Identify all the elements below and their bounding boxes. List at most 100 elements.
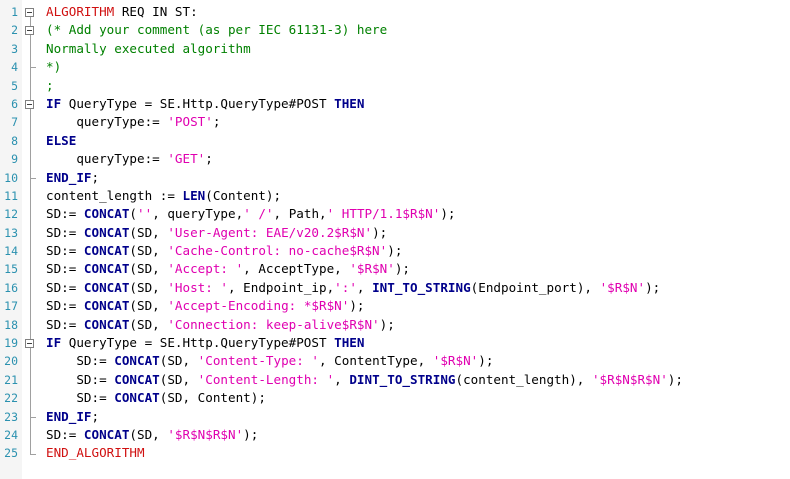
line-number: 4 xyxy=(11,60,18,75)
code-text[interactable]: SD:= CONCAT(SD, '$R$N$R$N'); xyxy=(46,426,258,444)
code-line[interactable]: 20 SD:= CONCAT(SD, 'Content-Type: ', Con… xyxy=(0,352,790,370)
code-line[interactable]: 3 Normally executed algorithm xyxy=(0,40,790,58)
code-line[interactable]: 21 SD:= CONCAT(SD, 'Content-Length: ', D… xyxy=(0,371,790,389)
keyword-token: CONCAT xyxy=(83,316,130,332)
code-token: queryType:= xyxy=(46,151,168,167)
code-text[interactable]: SD:= CONCAT(SD, 'Content-Length: ', DINT… xyxy=(46,371,683,389)
line-number: 24 xyxy=(4,427,18,442)
code-line[interactable]: 6 IF QueryType = SE.Http.QueryType#POST T… xyxy=(0,95,790,113)
line-number: 14 xyxy=(4,244,18,259)
code-text[interactable]: ; xyxy=(46,77,54,95)
code-text[interactable]: SD:= CONCAT(SD, 'User-Agent: EAE/v20.2$R… xyxy=(46,224,387,242)
comment-token: (* Add your comment (as per IEC 61131-3)… xyxy=(46,22,388,38)
fold-collapse-icon[interactable] xyxy=(25,338,34,348)
code-token: SD:= xyxy=(46,390,115,406)
code-line[interactable]: 14 SD:= CONCAT(SD, 'Cache-Control: no-cac… xyxy=(0,242,790,260)
line-number: 23 xyxy=(4,409,18,424)
code-text[interactable]: SD:= CONCAT(SD, 'Connection: keep-alive$… xyxy=(46,316,395,334)
line-number: 2 xyxy=(11,23,18,38)
code-token: ); xyxy=(349,298,365,314)
fold-end-marker xyxy=(30,177,36,179)
code-token: (Endpoint_port), xyxy=(470,279,600,295)
code-token: ; xyxy=(91,408,100,424)
code-line[interactable]: 5; xyxy=(0,77,790,95)
line-number: 21 xyxy=(4,372,18,387)
code-line[interactable]: 12 SD:= CONCAT('', queryType,' /', Path,'… xyxy=(0,205,790,223)
code-text[interactable]: (* Add your comment (as per IEC 61131-3)… xyxy=(46,21,387,39)
code-line[interactable]: 23 END_IF; xyxy=(0,408,790,426)
code-line[interactable]: 8 ELSE xyxy=(0,132,790,150)
keyword-token: CONCAT xyxy=(83,279,130,295)
code-token: SD:= xyxy=(46,279,84,295)
code-line[interactable]: 15 SD:= CONCAT(SD, 'Accept: ', AcceptType… xyxy=(0,260,790,278)
code-token: ; xyxy=(212,114,221,130)
line-number: 13 xyxy=(4,225,18,240)
string-token: 'Accept-Encoding: *$R$N' xyxy=(167,298,350,314)
fold-collapse-icon[interactable] xyxy=(25,7,34,17)
code-text[interactable]: IF QueryType = SE.Http.QueryType#POST TH… xyxy=(46,95,364,113)
code-text[interactable]: queryType:= 'POST'; xyxy=(46,113,220,131)
code-token: , queryType, xyxy=(152,206,244,222)
keyword-token: DINT_TO_STRING xyxy=(349,371,456,387)
code-token: QueryType = SE.Http.QueryType#POST xyxy=(61,335,335,351)
string-token: 'User-Agent: EAE/v20.2$R$N' xyxy=(167,224,373,240)
line-number: 9 xyxy=(11,152,18,167)
code-text[interactable]: SD:= CONCAT('', queryType,' /', Path,' H… xyxy=(46,205,456,223)
code-text[interactable]: END_IF; xyxy=(46,408,99,426)
code-editor[interactable]: 1 ALGORITHM REQ IN ST: 2 (* Add your commen… xyxy=(0,0,790,479)
code-text[interactable]: IF QueryType = SE.Http.QueryType#POST TH… xyxy=(46,334,364,352)
code-lines[interactable]: 1 ALGORITHM REQ IN ST: 2 (* Add your commen… xyxy=(0,3,790,463)
code-line[interactable]: 7 queryType:= 'POST'; xyxy=(0,113,790,131)
code-line[interactable]: 13 SD:= CONCAT(SD, 'User-Agent: EAE/v20.2… xyxy=(0,224,790,242)
code-text[interactable]: ELSE xyxy=(46,132,76,150)
code-text[interactable]: Normally executed algorithm xyxy=(46,40,251,58)
code-text[interactable]: SD:= CONCAT(SD, 'Accept: ', AcceptType, … xyxy=(46,260,410,278)
code-token: ); xyxy=(379,316,395,332)
keyword-token: CONCAT xyxy=(83,298,130,314)
code-token: SD:= xyxy=(46,371,115,387)
code-line[interactable]: 1 ALGORITHM REQ IN ST: xyxy=(0,3,790,21)
string-token: '$R$N$R$N' xyxy=(167,426,244,442)
code-token: SD:= xyxy=(46,426,84,442)
string-token: '$R$N' xyxy=(432,353,479,369)
code-line[interactable]: 17 SD:= CONCAT(SD, 'Accept-Encoding: *$R$… xyxy=(0,297,790,315)
code-text[interactable]: content_length := LEN(Content); xyxy=(46,187,281,205)
keyword-token: CONCAT xyxy=(83,261,130,277)
code-text[interactable]: END_IF; xyxy=(46,169,99,187)
keyword-token: ALGORITHM xyxy=(46,4,115,19)
code-text[interactable]: END_ALGORITHM xyxy=(46,444,145,462)
code-token: (Content); xyxy=(205,187,282,203)
code-text[interactable]: SD:= CONCAT(SD, 'Accept-Encoding: *$R$N'… xyxy=(46,297,365,315)
code-line[interactable]: 10 END_IF; xyxy=(0,169,790,187)
line-number: 1 xyxy=(11,5,18,19)
code-token: SD:= xyxy=(46,224,84,240)
keyword-token: THEN xyxy=(334,335,365,351)
code-line[interactable]: 4 *) xyxy=(0,58,790,76)
code-text[interactable]: queryType:= 'GET'; xyxy=(46,150,213,168)
code-line[interactable]: 24 SD:= CONCAT(SD, '$R$N$R$N'); xyxy=(0,426,790,444)
comment-token: ; xyxy=(46,77,54,93)
fold-collapse-icon[interactable] xyxy=(25,25,34,35)
fold-collapse-icon[interactable] xyxy=(25,99,34,109)
code-line[interactable]: 11 content_length := LEN(Content); xyxy=(0,187,790,205)
line-number: 19 xyxy=(4,336,18,351)
code-line[interactable]: 16 SD:= CONCAT(SD, 'Host: ', Endpoint_ip,… xyxy=(0,279,790,297)
code-line[interactable]: 19 IF QueryType = SE.Http.QueryType#POST … xyxy=(0,334,790,352)
code-token: (SD, xyxy=(129,298,168,314)
code-token: , AcceptType, xyxy=(243,261,350,277)
code-text[interactable]: SD:= CONCAT(SD, 'Cache-Control: no-cache… xyxy=(46,242,402,260)
code-text[interactable]: ALGORITHM REQ IN ST: xyxy=(46,3,198,21)
code-text[interactable]: *) xyxy=(46,58,61,76)
code-text[interactable]: SD:= CONCAT(SD, 'Content-Type: ', Conten… xyxy=(46,352,493,370)
code-line[interactable]: 2 (* Add your comment (as per IEC 61131-3… xyxy=(0,21,790,39)
code-line[interactable]: 9 queryType:= 'GET'; xyxy=(0,150,790,168)
code-line[interactable]: 18 SD:= CONCAT(SD, 'Connection: keep-aliv… xyxy=(0,316,790,334)
string-token: 'GET' xyxy=(167,151,206,167)
code-text[interactable]: SD:= CONCAT(SD, 'Host: ', Endpoint_ip,':… xyxy=(46,279,660,297)
string-token: ':' xyxy=(334,279,357,295)
code-line[interactable]: 22 SD:= CONCAT(SD, Content); xyxy=(0,389,790,407)
code-text[interactable]: SD:= CONCAT(SD, Content); xyxy=(46,389,266,407)
code-line[interactable]: 25 END_ALGORITHM xyxy=(0,444,790,462)
code-token: ); xyxy=(440,206,456,222)
keyword-token: CONCAT xyxy=(83,243,130,259)
